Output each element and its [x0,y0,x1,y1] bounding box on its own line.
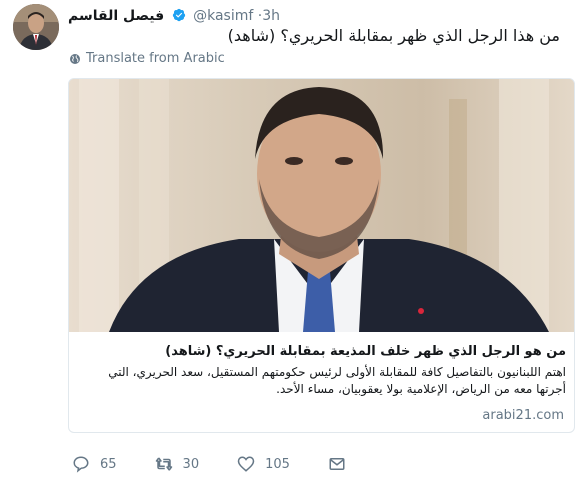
like-count: 105 [265,456,290,472]
author-handle[interactable]: @kasimf [193,8,253,24]
reply-button[interactable]: 65 [72,455,117,473]
card-description: اهتم اللبنانيون بالتفاصيل كافة للمقابلة … [108,365,566,396]
verified-badge-icon [172,8,185,22]
tweet-text: من هذا الرجل الذي ظهر بمقابلة الحريري؟ (… [227,26,560,45]
translate-link[interactable]: Translate from Arabic [69,51,225,66]
globe-icon [70,53,80,64]
card-body: من هو الرجل الذي ظهر خلف المذيعة بمقابلة… [69,332,574,432]
card-image [69,79,574,332]
direct-message-button[interactable] [328,455,346,473]
heart-icon [237,456,255,472]
envelope-icon [329,458,345,470]
like-button[interactable]: 105 [237,455,290,473]
card-title: من هو الرجل الذي ظهر خلف المذيعة بمقابلة… [165,344,566,359]
card-domain: arabi21.com [482,408,564,423]
retweet-button[interactable]: 30 [155,455,200,473]
author-avatar[interactable] [13,4,59,50]
translate-label: Translate from Arabic [86,51,225,66]
author-name[interactable]: فيصل القاسم [68,8,164,24]
retweet-count: 30 [182,456,200,472]
retweet-icon [155,457,172,471]
tweet-header: فيصل القاسم @kasimf ·3h [68,7,280,25]
reply-count: 65 [100,456,117,472]
tweet-actions: 65 30 105 [72,455,384,473]
link-card[interactable]: من هو الرجل الذي ظهر خلف المذيعة بمقابلة… [68,78,575,433]
tweet-timestamp[interactable]: 3h [262,8,280,24]
reply-icon [73,456,89,473]
